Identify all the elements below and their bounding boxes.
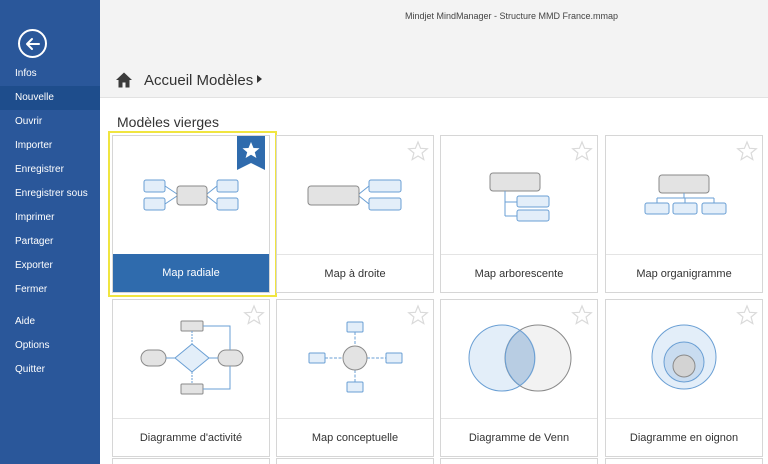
window-title: Mindjet MindManager - Structure MMD Fran… xyxy=(405,11,619,21)
home-icon[interactable] xyxy=(115,71,133,89)
template-label: Diagramme de Venn xyxy=(441,418,597,456)
star-outline-icon[interactable] xyxy=(736,140,758,162)
section-title: Modèles vierges xyxy=(117,114,219,130)
menu-item-aide[interactable]: Aide xyxy=(0,310,100,334)
menu-item-importer[interactable]: Importer xyxy=(0,134,100,158)
menu-item-fermer[interactable]: Fermer xyxy=(0,278,100,302)
star-outline-icon[interactable] xyxy=(407,304,429,326)
template-label: Diagramme d'activité xyxy=(113,418,269,456)
template-label: Map radiale xyxy=(113,254,269,292)
template-tile-map-radiale[interactable]: Map radiale xyxy=(112,135,270,293)
title-bar: Mindjet MindManager - Structure MMD Fran… xyxy=(100,0,768,34)
template-tile-diagramme-venn[interactable]: Diagramme de Venn xyxy=(440,299,598,457)
template-tile-map-conceptuelle[interactable]: Map conceptuelle xyxy=(276,299,434,457)
template-tile-map-a-droite[interactable]: Map à droite xyxy=(276,135,434,293)
template-tile-map-organigramme[interactable]: Map organigramme xyxy=(605,135,763,293)
star-outline-icon[interactable] xyxy=(407,140,429,162)
template-tile-diagramme-oignon[interactable]: Diagramme en oignon xyxy=(605,299,763,457)
breadcrumb: Accueil Modèles xyxy=(100,34,768,98)
back-button[interactable] xyxy=(18,29,47,58)
menu-item-imprimer[interactable]: Imprimer xyxy=(0,206,100,230)
favorite-bookmark-icon[interactable] xyxy=(237,136,265,170)
template-tile-diagramme-activite[interactable]: Diagramme d'activité xyxy=(112,299,270,457)
menu-item-options[interactable]: Options xyxy=(0,334,100,358)
template-tile-partial[interactable] xyxy=(440,458,598,464)
breadcrumb-label[interactable]: Accueil Modèles xyxy=(144,72,253,89)
menu-item-quitter[interactable]: Quitter xyxy=(0,358,100,382)
menu-divider xyxy=(0,302,100,310)
menu-item-nouvelle[interactable]: Nouvelle xyxy=(0,86,100,110)
template-tile-partial[interactable] xyxy=(605,458,763,464)
template-label: Map conceptuelle xyxy=(277,418,433,456)
menu-item-ouvrir[interactable]: Ouvrir xyxy=(0,110,100,134)
template-label: Map à droite xyxy=(277,254,433,292)
template-tile-map-arborescente[interactable]: Map arborescente xyxy=(440,135,598,293)
template-tile-partial[interactable] xyxy=(112,458,270,464)
menu-item-exporter[interactable]: Exporter xyxy=(0,254,100,278)
menu-item-enregistrer-sous[interactable]: Enregistrer sous xyxy=(0,182,100,206)
arrow-left-icon xyxy=(25,37,40,50)
star-outline-icon[interactable] xyxy=(243,304,265,326)
backstage-sidebar: Infos Nouvelle Ouvrir Importer Enregistr… xyxy=(0,0,100,464)
breadcrumb-arrow-icon[interactable] xyxy=(257,75,262,83)
star-outline-icon[interactable] xyxy=(571,140,593,162)
template-label: Diagramme en oignon xyxy=(606,418,762,456)
menu-item-partager[interactable]: Partager xyxy=(0,230,100,254)
template-tile-partial[interactable] xyxy=(276,458,434,464)
star-outline-icon[interactable] xyxy=(736,304,758,326)
menu-item-enregistrer[interactable]: Enregistrer xyxy=(0,158,100,182)
template-label: Map organigramme xyxy=(606,254,762,292)
backstage-menu: Infos Nouvelle Ouvrir Importer Enregistr… xyxy=(0,62,100,382)
star-outline-icon[interactable] xyxy=(571,304,593,326)
menu-item-infos[interactable]: Infos xyxy=(0,62,100,86)
template-label: Map arborescente xyxy=(441,254,597,292)
